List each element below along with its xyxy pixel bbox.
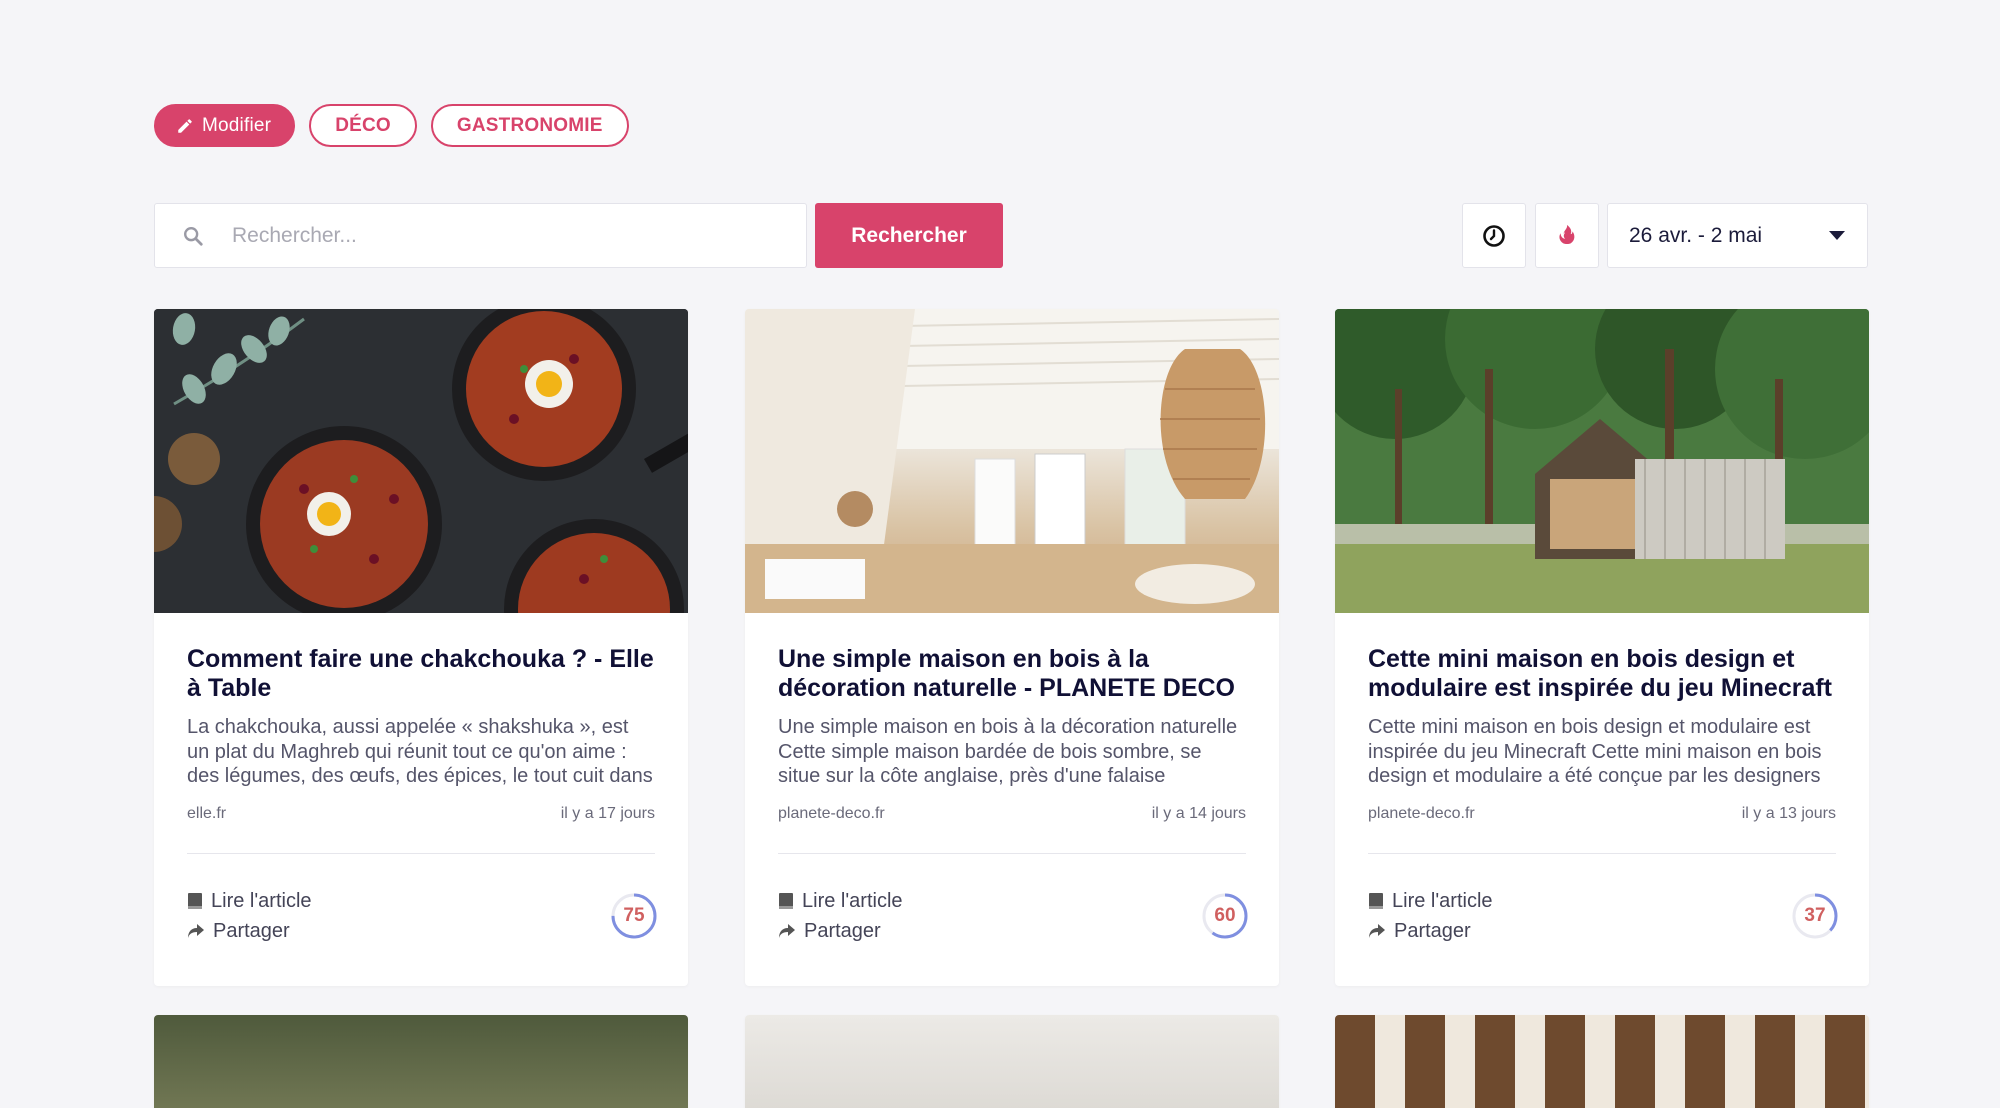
article-image	[1335, 309, 1869, 613]
share-icon	[188, 924, 204, 938]
read-article-link[interactable]: Lire l'article	[1368, 886, 1836, 916]
search-icon	[184, 226, 203, 246]
popularity-score: 75	[609, 891, 659, 941]
share-label: Partager	[213, 919, 290, 942]
article-card[interactable]: Cette mini maison en bois design et modu…	[1335, 309, 1869, 986]
fire-icon	[1559, 224, 1575, 244]
read-article-link[interactable]: Lire l'article	[187, 886, 655, 916]
modify-tags-button[interactable]: Modifier	[154, 104, 296, 147]
read-article-label: Lire l'article	[1392, 889, 1493, 912]
book-icon	[188, 893, 202, 909]
read-article-label: Lire l'article	[802, 889, 903, 912]
date-range-value: 26 avr. - 2 mai	[1629, 223, 1763, 247]
article-description: Une simple maison en bois à la décoratio…	[778, 716, 1238, 787]
trending-sort-button[interactable]	[1535, 203, 1599, 268]
read-article-link[interactable]: Lire l'article	[778, 886, 1246, 916]
search-button[interactable]: Rechercher	[815, 203, 1003, 268]
book-icon	[779, 893, 793, 909]
share-link[interactable]: Partager	[187, 916, 655, 946]
share-label: Partager	[804, 919, 881, 942]
article-card[interactable]	[1335, 1015, 1869, 1108]
article-card[interactable]	[154, 1015, 688, 1108]
tag-deco[interactable]: DÉCO	[309, 104, 417, 147]
article-image	[745, 309, 1279, 613]
tag-bar: Modifier DÉCO GASTRONOMIE	[154, 104, 629, 147]
popularity-score-value: 75	[623, 905, 645, 926]
article-age: il y a 13 jours	[1741, 805, 1836, 822]
article-source: planete-deco.fr	[778, 805, 885, 822]
popularity-score: 60	[1200, 891, 1250, 941]
modify-label: Modifier	[202, 114, 272, 136]
article-age: il y a 17 jours	[560, 805, 655, 822]
article-image	[154, 1015, 688, 1108]
pencil-icon	[178, 118, 192, 133]
share-link[interactable]: Partager	[1368, 916, 1836, 946]
share-label: Partager	[1394, 919, 1471, 942]
share-icon	[779, 924, 795, 938]
article-source: elle.fr	[187, 805, 227, 822]
read-article-label: Lire l'article	[211, 889, 312, 912]
popularity-score: 37	[1790, 891, 1840, 941]
article-image	[1335, 1015, 1869, 1108]
article-description: Cette mini maison en bois design et modu…	[1368, 716, 1822, 787]
date-range-select[interactable]: 26 avr. - 2 mai	[1607, 203, 1868, 268]
book-icon	[1369, 893, 1383, 909]
article-age: il y a 14 jours	[1151, 805, 1246, 822]
article-image	[154, 309, 688, 613]
share-icon	[1369, 924, 1385, 938]
tag-gastronomie[interactable]: GASTRONOMIE	[430, 104, 629, 147]
article-title[interactable]: Comment faire une chakchouka ? - Elle à …	[187, 645, 655, 703]
article-title[interactable]: Cette mini maison en bois design et modu…	[1368, 645, 1836, 703]
clock-icon	[1483, 224, 1505, 247]
search-input[interactable]	[232, 223, 752, 248]
article-title[interactable]: Une simple maison en bois à la décoratio…	[778, 645, 1246, 703]
article-description: La chakchouka, aussi appelée « shakshuka…	[187, 716, 653, 787]
recent-sort-button[interactable]	[1462, 203, 1526, 268]
search-box	[154, 203, 807, 268]
article-card[interactable]: Une simple maison en bois à la décoratio…	[745, 309, 1279, 986]
popularity-score-value: 60	[1214, 905, 1236, 926]
article-image	[745, 1015, 1279, 1108]
chevron-down-icon	[1829, 231, 1845, 240]
popularity-score-value: 37	[1804, 905, 1826, 926]
article-card[interactable]: Comment faire une chakchouka ? - Elle à …	[154, 309, 688, 986]
share-link[interactable]: Partager	[778, 916, 1246, 946]
article-card[interactable]	[745, 1015, 1279, 1108]
article-source: planete-deco.fr	[1368, 805, 1475, 822]
